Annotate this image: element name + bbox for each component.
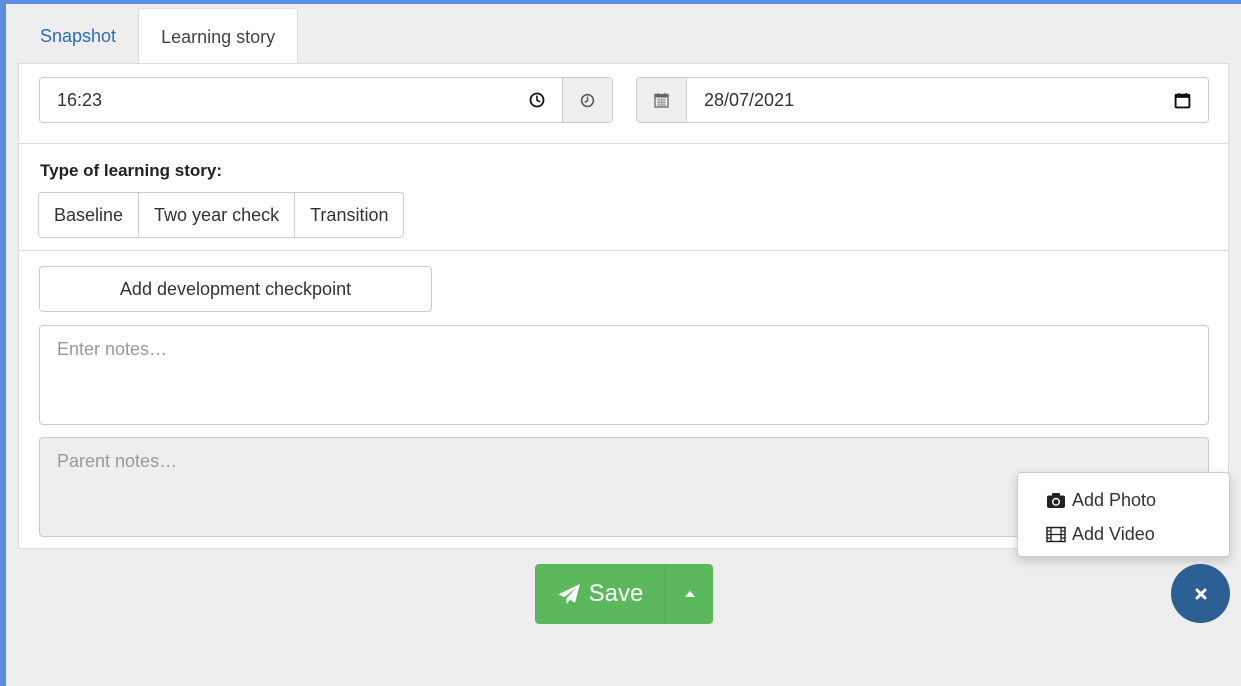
save-split-button: Save (535, 564, 713, 624)
close-menu-fab[interactable] (1171, 564, 1230, 623)
caret-up-icon (684, 590, 696, 598)
parent-notes-placeholder: Parent notes… (57, 451, 178, 471)
calendar-icon (654, 92, 669, 108)
camera-icon (1046, 492, 1066, 509)
clock-icon (580, 93, 595, 108)
time-input[interactable]: 16:23 (40, 78, 562, 122)
clock-picker-icon[interactable] (529, 92, 545, 108)
story-type-label: Type of learning story: (40, 161, 222, 180)
story-type-transition-button[interactable]: Transition (294, 193, 404, 237)
menu-item-add-video[interactable]: Add Video (1018, 517, 1229, 551)
story-type-buttons: Baseline Two year check Transition (38, 192, 405, 238)
story-type-row: Type of learning story: Baseline Two yea… (19, 144, 1228, 251)
menu-item-add-photo[interactable]: Add Photo (1018, 483, 1229, 517)
media-menu: Add Photo Add Video (1017, 472, 1230, 557)
add-development-checkpoint-button[interactable]: Add development checkpoint (39, 266, 432, 312)
notes-placeholder: Enter notes… (57, 339, 168, 359)
calendar-addon[interactable] (637, 78, 687, 122)
save-label: Save (588, 580, 644, 607)
date-value: 28/07/2021 (704, 89, 795, 110)
tab-learning-story[interactable]: Learning story (138, 8, 299, 65)
tab-bar: Snapshot Learning story (18, 8, 299, 65)
film-icon (1046, 526, 1066, 543)
time-value: 16:23 (57, 89, 103, 110)
close-icon (1195, 588, 1207, 600)
send-icon (557, 583, 581, 605)
tab-snapshot[interactable]: Snapshot (18, 8, 138, 64)
story-type-two-year-check-button[interactable]: Two year check (138, 193, 295, 237)
clock-addon[interactable] (562, 78, 612, 122)
date-input-group: 28/07/2021 (636, 77, 1209, 123)
add-photo-label: Add Photo (1072, 489, 1157, 510)
story-type-baseline-button[interactable]: Baseline (39, 193, 139, 237)
app-frame: Snapshot Learning story 16:23 28/07/2021… (6, 4, 1241, 686)
datetime-row: 16:23 28/07/2021 (19, 64, 1228, 144)
save-button[interactable]: Save (535, 564, 665, 624)
notes-textarea[interactable]: Enter notes… (39, 325, 1209, 425)
date-input[interactable]: 28/07/2021 (687, 78, 1208, 122)
time-input-group: 16:23 (39, 77, 613, 123)
save-options-toggle[interactable] (665, 564, 713, 624)
add-video-label: Add Video (1072, 523, 1155, 544)
date-picker-icon[interactable] (1174, 92, 1191, 109)
